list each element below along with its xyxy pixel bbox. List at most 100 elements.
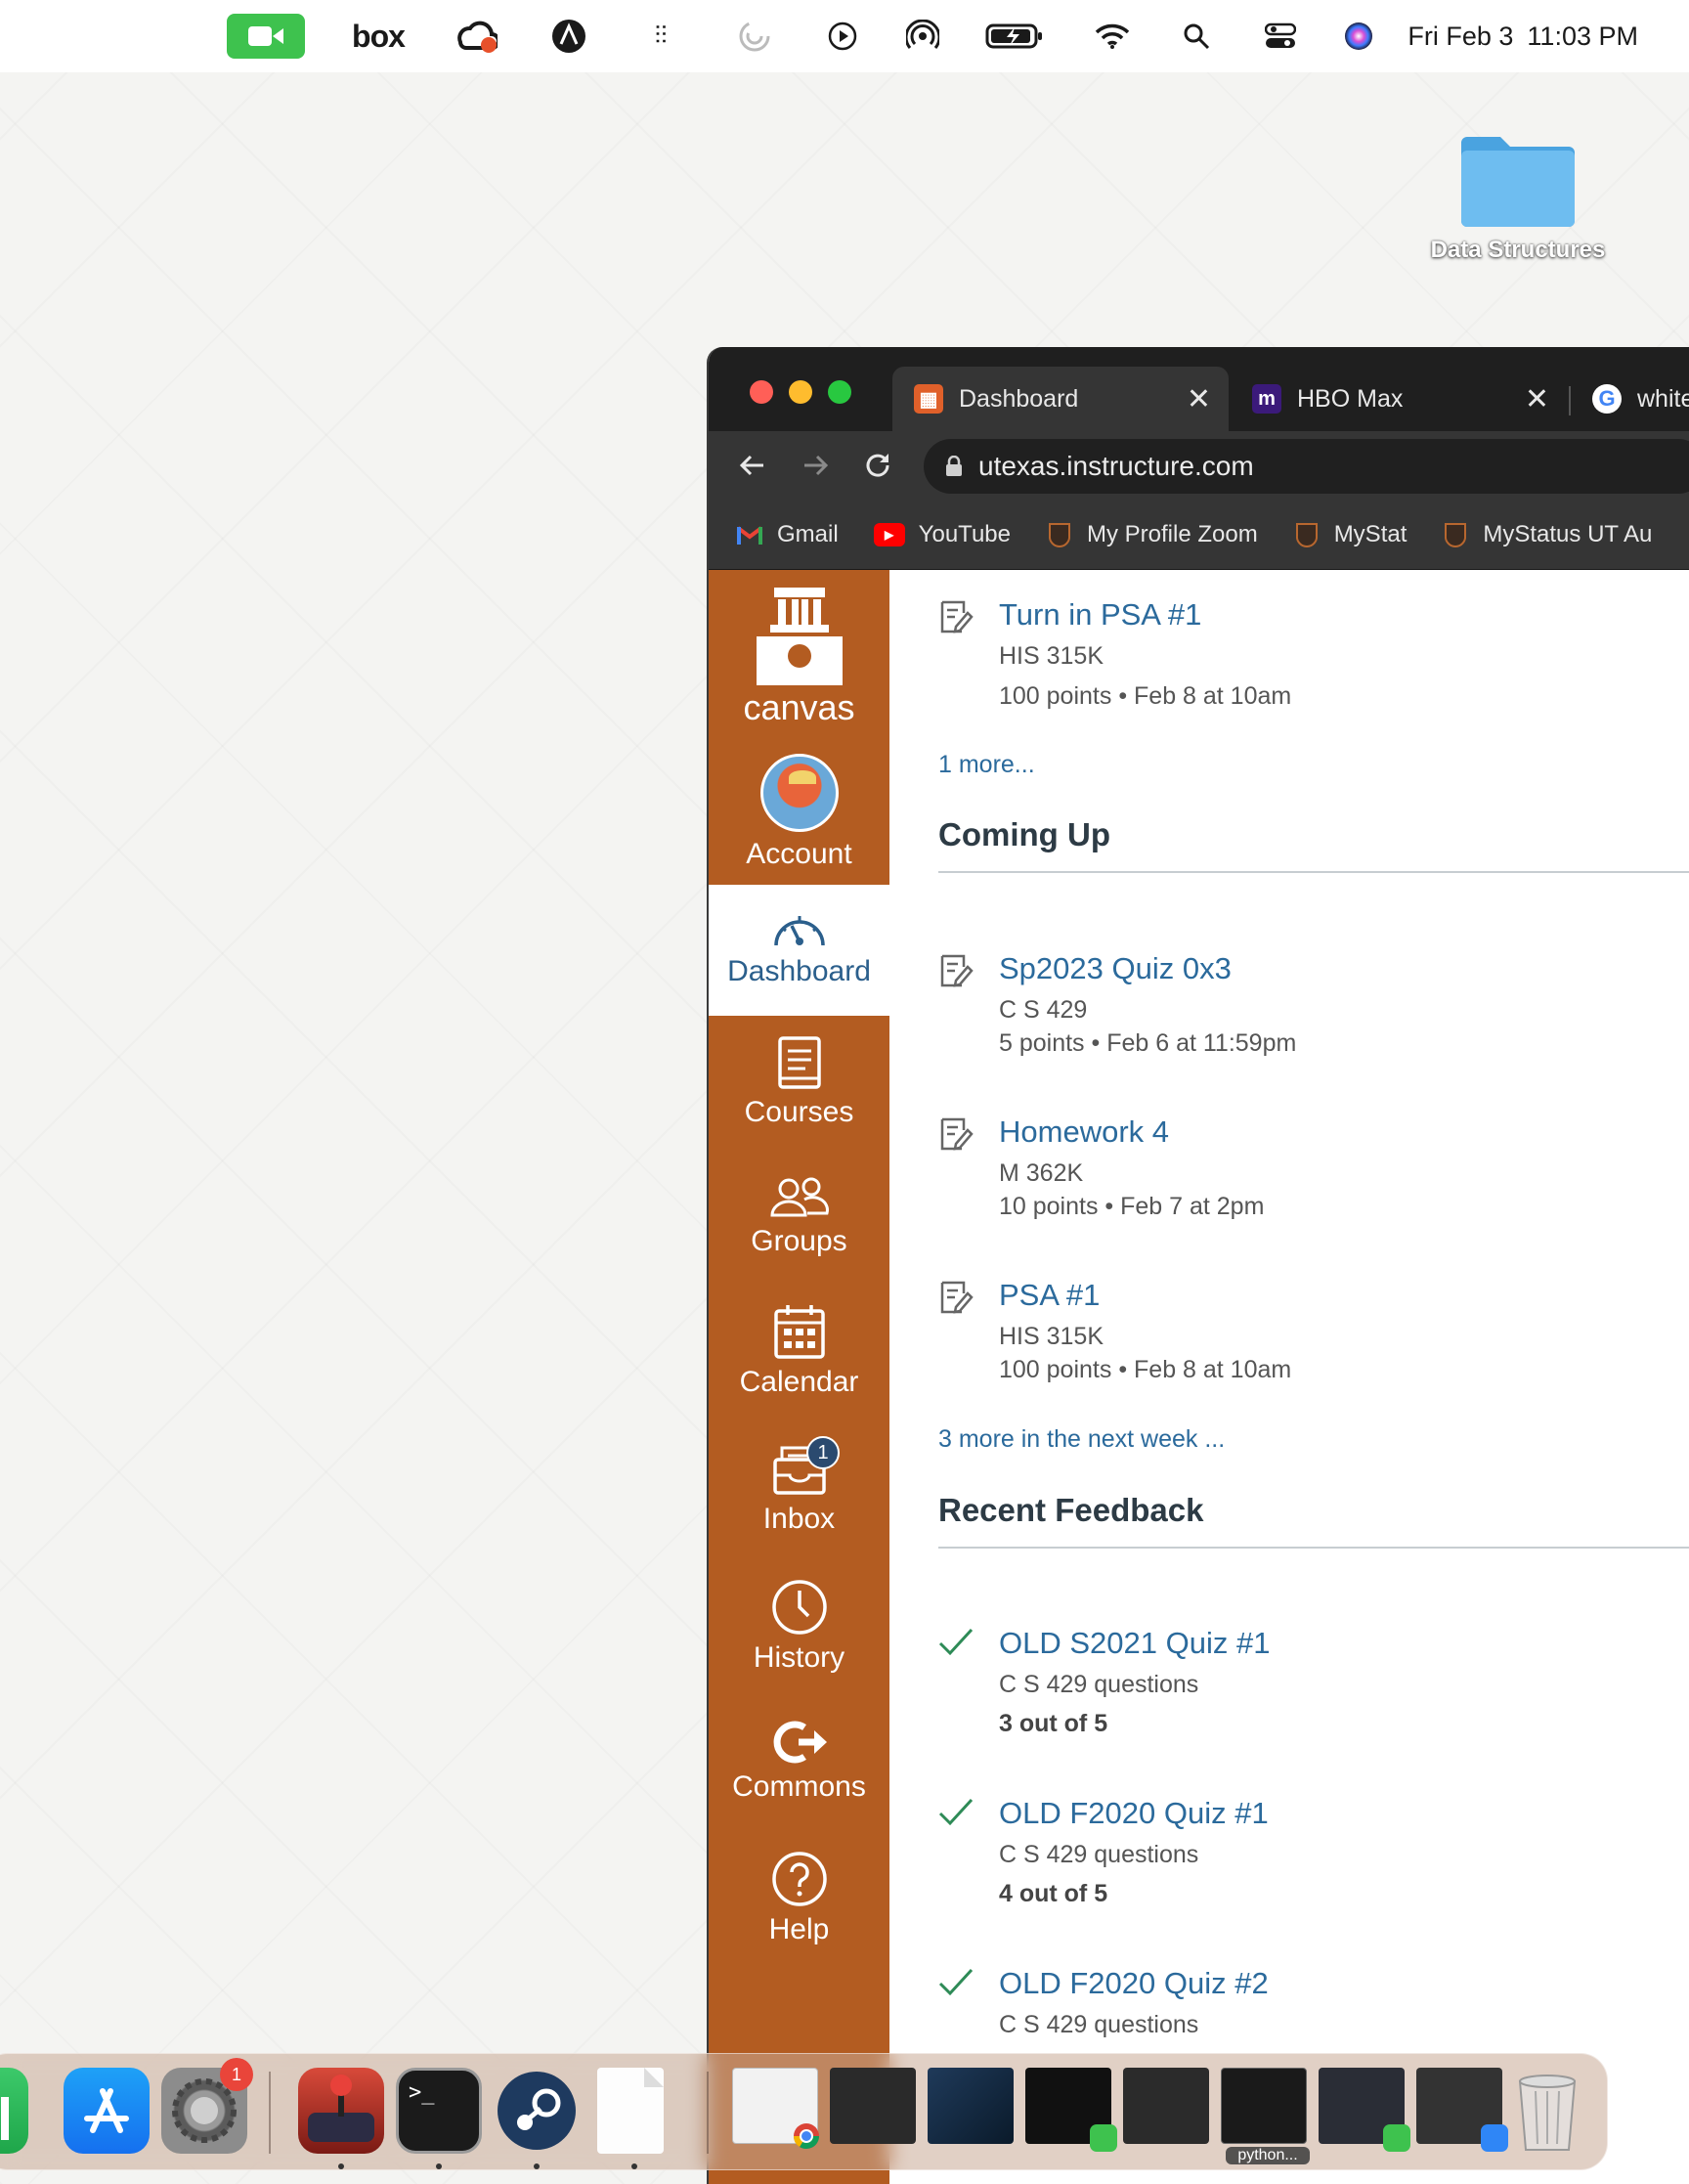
zoom-window-button[interactable]: [828, 380, 851, 404]
minimize-window-button[interactable]: [789, 380, 812, 404]
browser-toolbar: utexas.instructure.com: [709, 431, 1689, 500]
dock-steam-app[interactable]: [494, 2068, 580, 2154]
bar-chart-icon: [1, 2097, 9, 2140]
book-icon: [777, 1036, 821, 1089]
nav-inbox[interactable]: 1 Inbox: [709, 1436, 889, 1559]
control-center-icon[interactable]: [1261, 0, 1300, 72]
airpods-icon[interactable]: ⫶⫶: [641, 0, 680, 72]
todo-more-link[interactable]: 1 more...: [938, 751, 1035, 779]
dock-running-indicator: [631, 2163, 637, 2169]
close-window-button[interactable]: [750, 380, 773, 404]
box-icon[interactable]: box: [344, 0, 412, 72]
feedback-title-link[interactable]: OLD S2021 Quiz #1: [999, 1626, 1270, 1661]
dock-minimized-window-messages[interactable]: [1319, 2068, 1410, 2152]
spotlight-search-icon[interactable]: [1177, 0, 1216, 72]
bookmark-gmail[interactable]: Gmail: [736, 521, 839, 548]
creative-cloud-icon[interactable]: [454, 0, 498, 72]
bookmark-label: Gmail: [777, 520, 839, 547]
tab-title: HBO Max: [1297, 384, 1404, 413]
coming-up-course: HIS 315K: [999, 1323, 1104, 1350]
nav-help[interactable]: Help: [709, 1851, 889, 1968]
coming-up-title-link[interactable]: PSA #1: [999, 1278, 1100, 1313]
feedback-course: C S 429 questions: [999, 1841, 1199, 1868]
play-icon[interactable]: [823, 0, 862, 72]
reload-icon: [866, 454, 889, 477]
dock-minimized-window-finder[interactable]: [928, 2068, 1014, 2144]
nav-calendar[interactable]: Calendar: [709, 1303, 889, 1420]
loading-icon[interactable]: [735, 0, 774, 72]
ut-shield-icon: [1293, 521, 1321, 548]
dock-app-store-app[interactable]: [64, 2068, 150, 2154]
dock-minimized-window-joystick[interactable]: [830, 2068, 916, 2144]
close-tab-icon[interactable]: ✕: [1187, 382, 1211, 416]
bookmark-label: My Profile Zoom: [1086, 520, 1258, 547]
nav-dashboard[interactable]: Dashboard: [709, 885, 889, 1016]
battery-icon[interactable]: [983, 0, 1046, 72]
dock-trash[interactable]: [1508, 2068, 1586, 2154]
menu-bar-clock[interactable]: Fri Feb 3 11:03 PM: [1394, 0, 1638, 72]
clipper-icon[interactable]: [549, 0, 588, 72]
tab-dashboard[interactable]: ▦ Dashboard ✕: [892, 367, 1229, 431]
wifi-icon[interactable]: [1093, 0, 1132, 72]
assignment-icon: [940, 1117, 974, 1151]
dock-joystick-app[interactable]: [298, 2068, 384, 2154]
canvas-global-nav: canvas Account Dashboard Courses Groups …: [709, 570, 889, 2184]
close-tab-icon[interactable]: ✕: [1525, 382, 1549, 416]
siri-icon[interactable]: [1341, 0, 1376, 72]
nav-groups[interactable]: Groups: [709, 1176, 889, 1284]
forward-button[interactable]: [793, 443, 838, 488]
checkmark-icon: [938, 1968, 974, 1996]
coming-up-meta: 100 points • Feb 8 at 10am: [999, 1356, 1292, 1383]
airdrop-icon[interactable]: [903, 0, 942, 72]
coming-up-title-link[interactable]: Homework 4: [999, 1114, 1169, 1150]
dock-running-indicator: [436, 2163, 442, 2169]
facetime-camera-icon[interactable]: [227, 0, 305, 72]
dock-minimized-window-settings[interactable]: [1123, 2068, 1209, 2144]
bookmark-mystat[interactable]: MyStat: [1293, 521, 1407, 548]
assignment-icon: [940, 954, 974, 987]
nav-commons[interactable]: Commons: [709, 1720, 889, 1827]
checkmark-icon: [938, 1798, 974, 1826]
coming-up-course: C S 429: [999, 996, 1088, 1024]
canvas-logo[interactable]: canvas: [709, 588, 889, 734]
help-icon: [771, 1852, 827, 1906]
reload-button[interactable]: [855, 443, 900, 488]
recent-feedback-heading: Recent Feedback: [938, 1492, 1689, 1549]
tab-google[interactable]: G white: [1571, 367, 1689, 431]
coming-up-title-link[interactable]: Sp2023 Quiz 0x3: [999, 951, 1232, 986]
nav-account[interactable]: Account: [709, 754, 889, 886]
trash-icon: [1518, 2075, 1577, 2151]
feedback-item: OLD S2021 Quiz #1 C S 429 questions 3 ou…: [938, 1626, 1681, 1753]
dock-minimized-window-chrome[interactable]: [732, 2068, 820, 2150]
todo-course: HIS 315K: [999, 642, 1104, 670]
feedback-title-link[interactable]: OLD F2020 Quiz #2: [999, 1966, 1269, 2001]
dock-running-indicator: [534, 2163, 540, 2169]
feedback-item: OLD F2020 Quiz #1 C S 429 questions 4 ou…: [938, 1796, 1681, 1923]
desktop-folder[interactable]: Data Structures: [1415, 127, 1621, 293]
coming-up-more-link[interactable]: 3 more in the next week ...: [938, 1425, 1225, 1454]
dock-minimized-window-python[interactable]: python...: [1221, 2068, 1310, 2164]
address-bar[interactable]: utexas.instructure.com: [924, 439, 1689, 494]
todo-title-link[interactable]: Turn in PSA #1: [999, 597, 1201, 633]
mail-badge-icon: [1481, 2124, 1508, 2152]
feedback-item: OLD F2020 Quiz #2 C S 429 questions: [938, 1966, 1681, 2054]
dock-document-app[interactable]: [597, 2068, 664, 2154]
dock-minimized-window-mail[interactable]: [1416, 2068, 1508, 2152]
todo-meta: 100 points • Feb 8 at 10am: [999, 682, 1292, 710]
bookmark-label: YouTube: [918, 520, 1011, 547]
dock-terminal-app[interactable]: >_: [396, 2068, 482, 2154]
dock-minimized-window-facetime[interactable]: [1025, 2068, 1117, 2152]
bookmark-youtube[interactable]: ▶ YouTube: [873, 520, 1011, 548]
dock-system-settings-app[interactable]: 1: [161, 2058, 253, 2154]
dock-numbers-app[interactable]: [0, 2068, 28, 2154]
groups-icon: [769, 1177, 829, 1217]
feedback-title-link[interactable]: OLD F2020 Quiz #1: [999, 1796, 1269, 1831]
tab-hbo-max[interactable]: m HBO Max ✕: [1231, 367, 1567, 431]
nav-label: Dashboard: [727, 955, 871, 987]
back-button[interactable]: [730, 443, 775, 488]
nav-history[interactable]: History: [709, 1579, 889, 1696]
bookmark-my-profile-zoom[interactable]: My Profile Zoom: [1046, 521, 1258, 548]
bookmark-label: MyStatus UT Au: [1483, 520, 1653, 547]
nav-courses[interactable]: Courses: [709, 1035, 889, 1153]
bookmark-mystatus[interactable]: MyStatus UT Au: [1442, 521, 1652, 548]
